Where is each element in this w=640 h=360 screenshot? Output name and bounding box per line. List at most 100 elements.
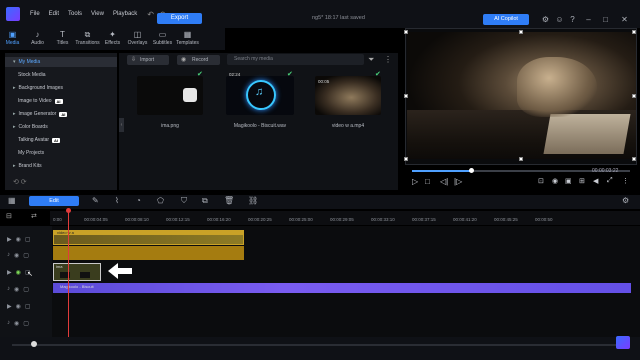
filter-icon[interactable]: ⏷ [368, 55, 374, 65]
add-track-icon[interactable]: ⊟ [6, 212, 12, 220]
crop-tool-icon[interactable]: ⧉ [202, 196, 208, 206]
tab-effects[interactable]: ✦ Effects [100, 28, 125, 50]
resize-handle[interactable] [632, 94, 636, 98]
pen-icon[interactable]: ✎ [92, 196, 99, 205]
resize-handle[interactable] [404, 94, 408, 98]
tab-templates[interactable]: ▦ Templates [175, 28, 200, 50]
track-header-audio-3[interactable]: ♪ ◉ ▢ [0, 315, 52, 331]
tab-overlays[interactable]: ◫ Overlays [125, 28, 150, 50]
record-voice-icon[interactable]: ◉ [552, 177, 558, 185]
playhead[interactable] [68, 211, 69, 347]
track-header-video-1[interactable]: ▶ ◉ ▢ [0, 231, 52, 247]
menu-view[interactable]: View [91, 11, 104, 17]
track-header-audio-1[interactable]: ♪ ◉ ▢ [0, 247, 52, 263]
timeline-settings-icon[interactable]: ⚙ [622, 196, 629, 205]
scratching-box [543, 114, 631, 154]
playback-scrubber[interactable] [469, 168, 474, 173]
preview-frame[interactable] [407, 32, 636, 159]
tab-audio[interactable]: ♪ Audio [25, 28, 50, 50]
resize-handle[interactable] [404, 30, 408, 34]
track-header-audio-2[interactable]: ♪ ◉ ▢ [0, 281, 52, 297]
lock-icon[interactable]: ▢ [23, 286, 29, 293]
sidebar-item-my-media[interactable]: ▾ My Media [5, 57, 117, 67]
eye-icon[interactable]: ◉ [16, 303, 21, 310]
collapse-panel-handle[interactable]: ‹ [119, 118, 124, 132]
stop-icon[interactable]: □ [425, 177, 430, 186]
lock-icon[interactable]: ▢ [25, 236, 31, 243]
crop-icon[interactable]: ⊞ [579, 177, 585, 185]
more-options-icon[interactable]: ⋮ [384, 55, 392, 64]
audio-clip[interactable] [53, 283, 631, 293]
sidebar-item-stock-media[interactable]: Stock Media [18, 72, 46, 78]
check-icon: ✔ [375, 71, 381, 78]
sidebar-item-talking-avatar[interactable]: Talking Avatar AI [18, 137, 61, 143]
video-audio-clip[interactable] [53, 246, 244, 260]
speed-icon[interactable]: ◔ [136, 196, 141, 205]
sidebar-item-brand-kits[interactable]: ▸ Brand Kits [13, 163, 42, 169]
edit-button[interactable]: Edit [29, 196, 79, 206]
speaker-icon[interactable]: ◉ [14, 286, 19, 293]
tab-media[interactable]: ▣ Media [0, 28, 25, 50]
close-icon[interactable]: ✕ [620, 15, 629, 24]
overlays-icon: ◫ [133, 30, 142, 39]
play-icon[interactable]: ▷ [412, 177, 418, 186]
menu-tools[interactable]: Tools [68, 11, 82, 17]
resize-handle[interactable] [632, 30, 636, 34]
user-icon[interactable]: ☺ [555, 15, 564, 24]
ai-copilot-button[interactable]: AI Copilot [483, 14, 529, 25]
resize-handle[interactable] [404, 157, 408, 161]
snapshot-icon[interactable]: ⊡ [538, 177, 544, 185]
lock-icon[interactable]: ▢ [25, 303, 31, 310]
grid-view-icon[interactable]: ▦ [8, 196, 16, 205]
tab-subtitles[interactable]: ▭ Subtitles [150, 28, 175, 50]
track-header-video-2[interactable]: ▶ ◉ ▢ [0, 264, 52, 280]
track-options-icon[interactable]: ⇄ [31, 212, 37, 220]
minimize-icon[interactable]: – [584, 15, 593, 24]
ruler-tick: 00:00:08:10 [125, 217, 149, 222]
step-forward-icon[interactable]: |▷ [454, 177, 462, 186]
help-icon[interactable]: ? [568, 15, 577, 24]
link-icon[interactable]: ⛓ [248, 196, 258, 205]
speaker-icon[interactable]: ◉ [14, 320, 19, 327]
sidebar-item-background-images[interactable]: ▸ Background Images [13, 85, 63, 91]
more-icon[interactable]: ⋮ [622, 177, 629, 185]
resize-handle[interactable] [519, 30, 523, 34]
record-icon: ◉ [181, 57, 187, 63]
speaker-icon[interactable]: ◉ [14, 252, 19, 259]
eye-icon[interactable]: ◉ [16, 269, 21, 276]
search-input[interactable]: Search my media [227, 54, 364, 65]
volume-icon[interactable]: ◀ [593, 177, 598, 185]
shield-icon[interactable]: ⛉ [181, 196, 187, 206]
sidebar-item-my-projects[interactable]: My Projects [18, 150, 44, 156]
sidebar-item-image-generator[interactable]: ▸ Image Generator AI [13, 111, 68, 117]
eye-icon[interactable]: ◉ [16, 236, 21, 243]
maximize-icon[interactable]: □ [601, 15, 610, 24]
menu-edit[interactable]: Edit [49, 11, 59, 17]
quality-icon[interactable]: ▣ [565, 177, 572, 185]
export-button[interactable]: Export [157, 13, 202, 24]
folder-actions-icons[interactable]: ⟲ ⟳ [13, 178, 27, 186]
resize-handle[interactable] [519, 157, 523, 161]
track-header-video-3[interactable]: ▶ ◉ ▢ [0, 298, 52, 314]
ruler-tick: 00:00:29:05 [330, 217, 354, 222]
media-thumb-audio[interactable]: ♫ [226, 76, 294, 115]
lock-icon[interactable]: ▢ [23, 320, 29, 327]
resize-handle[interactable] [632, 157, 636, 161]
split-icon[interactable]: ⌇ [115, 196, 119, 205]
media-thumb-image[interactable] [137, 76, 203, 115]
sidebar-item-image-to-video[interactable]: Image to Video AI [18, 98, 63, 104]
zoom-slider-knob[interactable] [31, 341, 37, 347]
fullscreen-icon[interactable]: ⤢ [607, 177, 613, 185]
tab-titles[interactable]: T Titles [50, 28, 75, 50]
menu-playback[interactable]: Playback [113, 11, 137, 17]
lock-icon[interactable]: ▢ [23, 252, 29, 259]
delete-icon[interactable]: 🗑 [224, 196, 234, 205]
mask-icon[interactable]: ⬠ [157, 196, 164, 205]
menu-file[interactable]: File [30, 11, 40, 17]
zoom-slider[interactable] [12, 344, 622, 346]
subtitles-icon: ▭ [158, 30, 167, 39]
tab-transitions[interactable]: ⧉ Transitions [75, 28, 100, 50]
settings-icon[interactable]: ⚙ [541, 15, 550, 24]
step-back-icon[interactable]: ◁| [440, 177, 448, 186]
sidebar-item-color-boards[interactable]: ▸ Color Boards [13, 124, 48, 130]
